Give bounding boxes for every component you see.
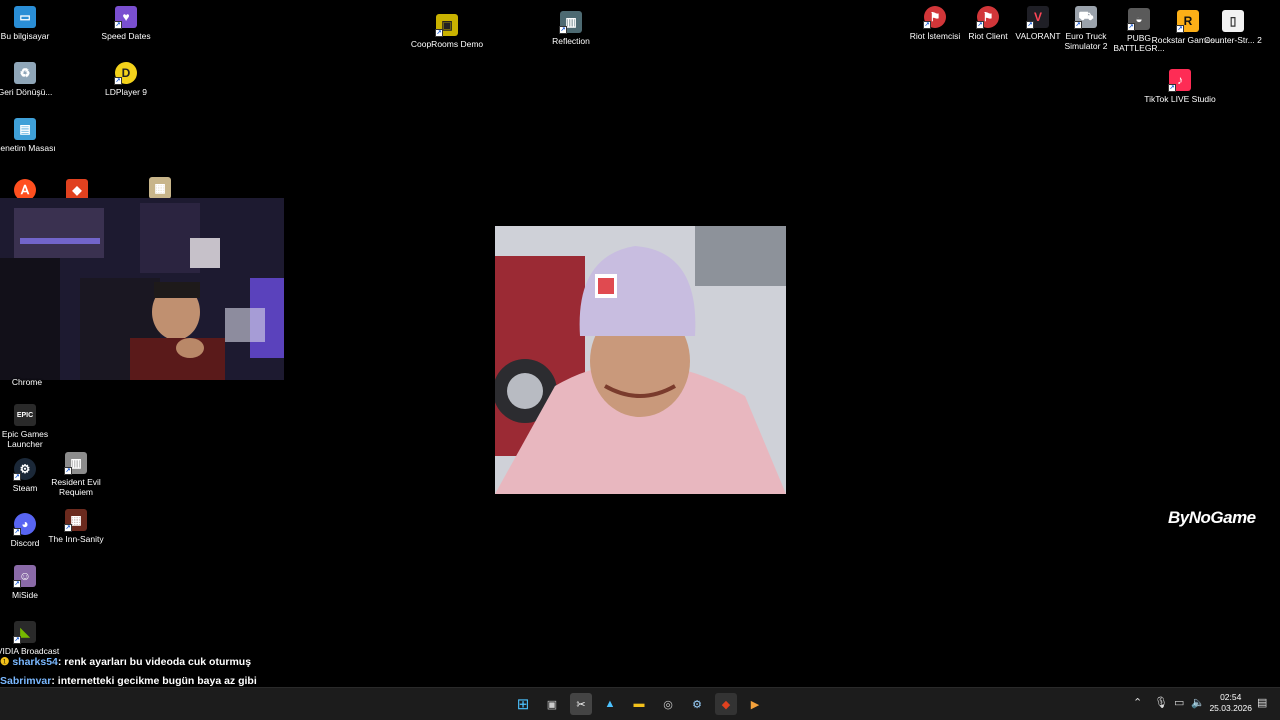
brave-taskbar-icon[interactable]: ◆ xyxy=(715,693,737,715)
discord-icon: ◕ ↗ xyxy=(13,513,36,536)
desktop-icon-label: Resident Evil Requiem xyxy=(51,477,101,497)
chat-username: sharks54 xyxy=(12,656,58,668)
game-shortcut-icon: ▦ xyxy=(149,177,171,199)
desktop-icon-nvidia[interactable]: ◣↗ NVIDIA Broadcast xyxy=(0,621,62,656)
cooprooms-icon: ▣ ↗ xyxy=(435,14,458,37)
obs-icon[interactable]: ◎ xyxy=(657,693,679,715)
desktop-icon-control-panel[interactable]: ▤ Denetim Masası xyxy=(0,118,62,153)
desktop-icon-label: Reflection xyxy=(552,36,590,46)
clock[interactable]: 02:54 25.03.2026 xyxy=(1209,692,1252,714)
riot-icon: ⚑ ↗ xyxy=(923,6,946,29)
nvidia-icon: ◣ ↗ xyxy=(13,621,36,644)
desktop-icon-speed-dates[interactable]: ♥ ↗ Speed Dates xyxy=(89,6,163,41)
desktop-icon-miside[interactable]: ☺ ↗ MiSide xyxy=(0,565,62,600)
desktop-icon-label: NVIDIA Broadcast xyxy=(0,646,60,656)
desktop-icon-label: CoopRooms Demo xyxy=(410,39,484,49)
chat-line: ❶ sharks54: renk ayarları bu videoda cuk… xyxy=(0,656,251,668)
chat-username: Sabrimvar xyxy=(0,675,52,687)
epic-games-icon: EPIC xyxy=(14,404,36,426)
truck-icon: ⛟ ↗ xyxy=(1074,6,1097,29)
network-icon[interactable]: ▭ xyxy=(1174,696,1184,709)
center-photo-image xyxy=(495,226,786,494)
desktop-icon-resident-evil[interactable]: ▥ ↗ Resident Evil Requiem xyxy=(39,452,113,497)
task-view-icon[interactable]: ▣ xyxy=(541,693,563,715)
desktop-icon-inn-sanity[interactable]: ▦ ↗ The Inn-Sanity xyxy=(39,509,113,544)
chat-message: : renk ayarları bu videoda cuk oturmuş xyxy=(57,656,252,668)
desktop-icon-recycle-bin[interactable]: ♻ Geri Dönüşü... xyxy=(0,62,62,97)
desktop-icon-label: Denetim Masası xyxy=(0,143,56,153)
ldplayer-icon: D ↗ xyxy=(114,62,137,85)
desktop-icon-label: Speed Dates xyxy=(101,31,151,41)
desktop-icon-label: LDPlayer 9 xyxy=(104,87,148,97)
brand-text: ByNoGame xyxy=(1168,508,1256,527)
chevron-up-icon[interactable]: ⌃ xyxy=(1133,696,1142,709)
steam-icon: ⚙ ↗ xyxy=(13,458,36,481)
taskbar: ⊞ ▣ ✂ ▲ ▬ ◎ ⚙ ◆ ▶ ⌃ 🎙 ▭ 🔈 02:54 25.03.20… xyxy=(0,687,1280,720)
computer-icon: ▭ xyxy=(14,6,36,28)
file-icon: ▯ xyxy=(1222,10,1244,32)
notification-icon[interactable]: ▤ xyxy=(1257,696,1267,709)
desktop-icon-tiktok-live[interactable]: ♪ ↗ TikTok LIVE Studio xyxy=(1143,69,1217,104)
webcam-overlay xyxy=(0,198,284,380)
chat-message: : internetteki gecikme bugün baya az gib… xyxy=(51,675,257,687)
pubg-icon: ◒ ↗ xyxy=(1127,8,1150,31)
desktop-icon-counter-strike[interactable]: ▯ Counter-Str... 2 xyxy=(1196,10,1270,45)
control-panel-icon: ▤ xyxy=(14,118,36,140)
tiktok-live-icon: ♪ ↗ xyxy=(1168,69,1191,92)
riot-icon: ⚑ ↗ xyxy=(976,6,999,29)
desktop-icon-epic[interactable]: EPIC Epic Games Launcher xyxy=(0,404,62,449)
reflection-icon: ▥ ↗ xyxy=(559,11,582,34)
chat-line: Sabrimvar: internetteki gecikme bugün ba… xyxy=(0,675,257,687)
steam-taskbar-icon[interactable]: ⚙ xyxy=(686,693,708,715)
volume-icon[interactable]: 🔈 xyxy=(1191,696,1205,709)
inn-sanity-icon: ▦ ↗ xyxy=(64,509,87,532)
valorant-icon: V ↗ xyxy=(1026,6,1049,29)
desktop-icon-label: The Inn-Sanity xyxy=(48,534,104,544)
desktop-icon-label: Counter-Str... 2 xyxy=(1204,35,1262,45)
desktop-icon-label: Chrome xyxy=(11,377,43,387)
center-photo-overlay xyxy=(495,226,786,494)
clock-time: 02:54 xyxy=(1220,692,1242,702)
desktop-icon-label: Bu bilgisayar xyxy=(0,31,50,41)
desktop-icon-label: TikTok LIVE Studio xyxy=(1144,94,1216,104)
desktop-icon-label: MiSide xyxy=(12,590,38,600)
clock-date: 25.03.2026 xyxy=(1209,703,1252,713)
photos-icon[interactable]: ▲ xyxy=(599,693,621,715)
microphone-icon[interactable]: 🎙 xyxy=(1154,696,1168,709)
resident-evil-icon: ▥ ↗ xyxy=(64,452,87,475)
desktop-icon-ldplayer[interactable]: D ↗ LDPlayer 9 xyxy=(89,62,163,97)
miside-icon: ☺ ↗ xyxy=(13,565,36,588)
desktop-icon-chrome[interactable]: Chrome xyxy=(0,377,64,387)
badge-icon: ❶ xyxy=(0,656,10,668)
webcam-feed-image xyxy=(0,198,284,380)
media-player-icon[interactable]: ▶ xyxy=(744,693,766,715)
snipping-tool-icon[interactable]: ✂ xyxy=(570,693,592,715)
desktop-icon-reflection[interactable]: ▥ ↗ Reflection xyxy=(534,11,608,46)
desktop-icon-cooprooms[interactable]: ▣ ↗ CoopRooms Demo xyxy=(410,14,484,49)
speed-dates-icon: ♥ ↗ xyxy=(114,6,137,29)
bynogame-logo: ByNoGame xyxy=(1168,508,1256,528)
file-explorer-icon[interactable]: ▬ xyxy=(628,693,650,715)
windows-start-icon[interactable]: ⊞ xyxy=(512,693,534,715)
desktop-icon-label: Epic Games Launcher xyxy=(1,429,49,449)
recycle-bin-icon: ♻ xyxy=(14,62,36,84)
desktop-icon-this-pc[interactable]: ▭ Bu bilgisayar xyxy=(0,6,62,41)
desktop-icon-label: Geri Dönüşü... xyxy=(0,87,53,97)
